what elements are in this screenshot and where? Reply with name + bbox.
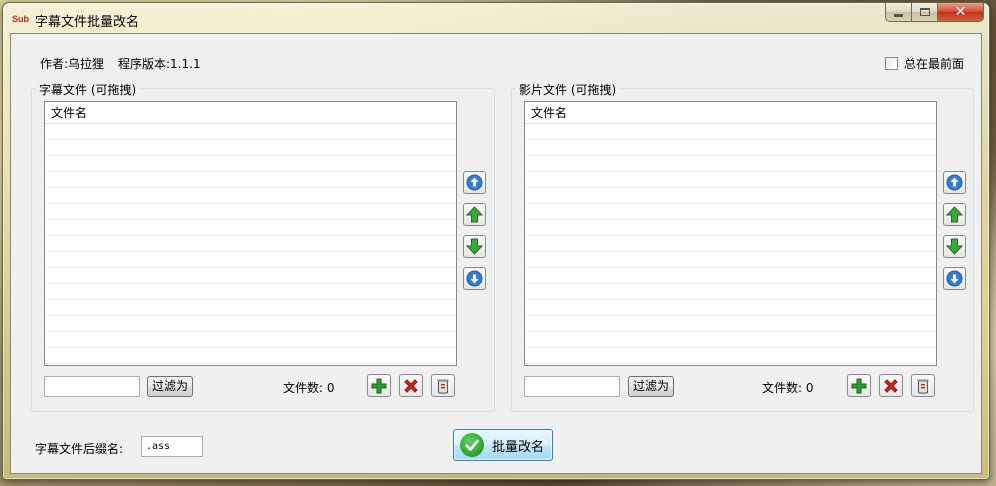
title-bar[interactable]: Sub 字幕文件批量改名 ✕ bbox=[3, 3, 989, 33]
video-group-title: 影片文件 (可拖拽) bbox=[516, 81, 620, 98]
close-icon: ✕ bbox=[954, 4, 967, 20]
subtitle-move-up-button[interactable] bbox=[463, 203, 486, 226]
video-move-top-button[interactable] bbox=[943, 171, 966, 194]
move-down-icon bbox=[946, 238, 963, 255]
remove-icon bbox=[404, 378, 418, 393]
move-top-icon bbox=[466, 174, 483, 191]
move-bottom-icon bbox=[466, 270, 483, 287]
subtitle-file-count: 文件数: 0 bbox=[283, 381, 335, 395]
video-list-body[interactable] bbox=[525, 124, 936, 365]
add-icon bbox=[371, 378, 387, 393]
client-area: 作者:乌拉狸 程序版本:1.1.1 总在最前面 字幕文件 (可拖拽) 文件名 过… bbox=[10, 33, 982, 474]
move-bottom-icon bbox=[946, 270, 963, 287]
subtitle-list-header-filename[interactable]: 文件名 bbox=[45, 102, 456, 124]
subtitle-list-body[interactable] bbox=[45, 124, 456, 365]
close-button[interactable]: ✕ bbox=[938, 3, 984, 22]
video-file-list[interactable]: 文件名 bbox=[524, 101, 937, 366]
minimize-button[interactable] bbox=[885, 3, 912, 22]
video-clear-button[interactable] bbox=[911, 374, 935, 397]
move-top-icon bbox=[946, 174, 963, 191]
author-label: 作者:乌拉狸 bbox=[40, 57, 105, 71]
maximize-icon bbox=[919, 8, 930, 16]
move-up-icon bbox=[466, 206, 483, 223]
move-up-icon bbox=[946, 206, 963, 223]
app-icon: Sub bbox=[12, 14, 29, 24]
checkmark-icon bbox=[460, 433, 484, 457]
maximize-button[interactable] bbox=[912, 3, 938, 22]
batch-rename-button[interactable]: 批量改名 bbox=[453, 429, 553, 461]
subtitle-file-list[interactable]: 文件名 bbox=[44, 101, 457, 366]
version-label: 程序版本:1.1.1 bbox=[118, 57, 201, 71]
batch-rename-label: 批量改名 bbox=[492, 439, 545, 455]
always-on-top-label: 总在最前面 bbox=[904, 57, 965, 71]
subtitle-add-button[interactable] bbox=[367, 374, 391, 397]
video-filter-input[interactable] bbox=[524, 376, 620, 397]
video-remove-button[interactable] bbox=[879, 374, 903, 397]
subtitle-move-down-button[interactable] bbox=[463, 235, 486, 258]
remove-icon bbox=[884, 378, 898, 393]
video-file-count: 文件数: 0 bbox=[762, 381, 814, 395]
clear-icon bbox=[437, 379, 449, 393]
video-move-bottom-button[interactable] bbox=[943, 267, 966, 290]
video-list-header-filename[interactable]: 文件名 bbox=[525, 102, 936, 124]
video-move-up-button[interactable] bbox=[943, 203, 966, 226]
subtitle-move-bottom-button[interactable] bbox=[463, 267, 486, 290]
move-down-icon bbox=[466, 238, 483, 255]
subtitle-group-title: 字幕文件 (可拖拽) bbox=[36, 81, 140, 98]
video-move-down-button[interactable] bbox=[943, 235, 966, 258]
add-icon bbox=[851, 378, 867, 393]
always-on-top-checkbox[interactable]: 总在最前面 bbox=[885, 55, 964, 72]
subtitle-remove-button[interactable] bbox=[399, 374, 423, 397]
minimize-icon bbox=[894, 14, 903, 17]
window-title: 字幕文件批量改名 bbox=[35, 15, 140, 30]
checkbox-box[interactable] bbox=[885, 57, 898, 70]
subtitle-filter-button[interactable]: 过滤为 bbox=[147, 376, 194, 397]
subtitle-move-top-button[interactable] bbox=[463, 171, 486, 194]
app-window: Sub 字幕文件批量改名 ✕ 作者:乌拉狸 程序版本:1.1.1 总在最前面 字… bbox=[2, 2, 990, 480]
subtitle-clear-button[interactable] bbox=[431, 374, 455, 397]
video-add-button[interactable] bbox=[847, 374, 871, 397]
subtitle-filter-input[interactable] bbox=[44, 376, 140, 397]
clear-icon bbox=[917, 379, 929, 393]
subtitle-extension-label: 字幕文件后缀名: bbox=[35, 442, 124, 456]
window-controls: ✕ bbox=[885, 3, 984, 22]
subtitle-extension-input[interactable]: .ass bbox=[141, 436, 203, 457]
video-filter-button[interactable]: 过滤为 bbox=[628, 376, 675, 397]
